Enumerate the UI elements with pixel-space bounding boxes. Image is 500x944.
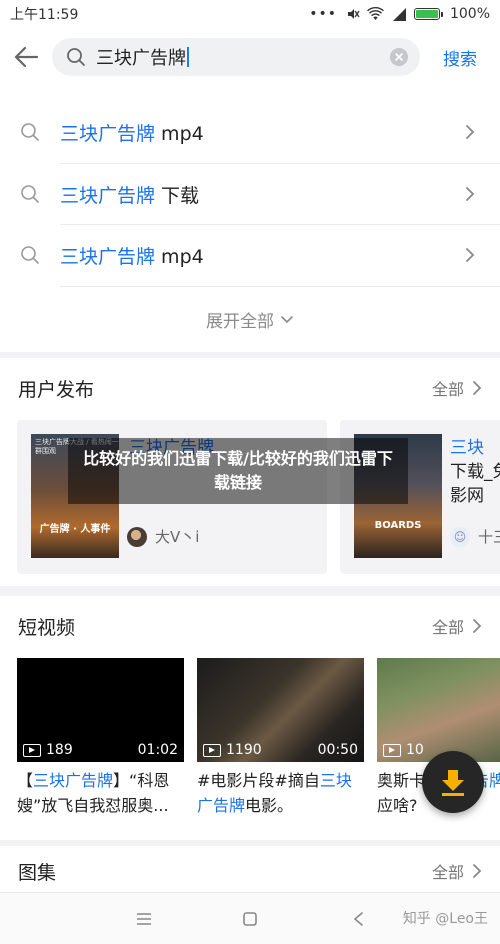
wifi-icon <box>367 7 384 20</box>
mute-icon <box>347 9 360 19</box>
video-card[interactable]: 1190 00:50 #电影片段#摘自三块广告牌电影。 <box>197 658 364 818</box>
search-query-text: 三块广告牌 <box>96 48 186 69</box>
search-header: 三块广告牌 搜索 <box>0 28 500 86</box>
chevron-right-icon <box>473 381 482 395</box>
chevron-right-icon <box>473 864 482 878</box>
back-button[interactable] <box>0 28 52 86</box>
search-query[interactable]: 三块广告牌 <box>96 44 390 70</box>
section-title: 短视频 <box>18 616 76 639</box>
status-bar: 上午11:59 ••• 100% <box>0 0 500 28</box>
close-icon <box>395 53 403 61</box>
video-thumbnail: 189 01:02 <box>17 658 184 762</box>
chevron-down-icon <box>281 315 293 323</box>
suggestion-text: 三块广告牌 mp4 <box>60 122 204 145</box>
search-icon <box>21 123 39 141</box>
suggestion-item[interactable]: 三块广告牌 mp4 <box>0 102 500 162</box>
overlay-text: 比较好的我们迅雷下载/比较好的我们迅雷下载链接 <box>83 449 393 492</box>
play-icon <box>203 743 221 757</box>
play-count: 1190 <box>203 742 262 758</box>
suggestion-item[interactable]: 三块广告牌 下载 <box>0 164 500 224</box>
play-count: 10 <box>383 742 424 758</box>
post-author: 大V丶i <box>127 526 199 547</box>
menu-nav-button[interactable] <box>132 907 156 931</box>
chevron-right-icon <box>466 248 475 262</box>
video-caption: 【三块广告牌】“科恩嫂”放飞自我怼服奥... <box>17 771 170 815</box>
back-triangle-icon <box>353 912 363 926</box>
search-icon <box>21 246 39 264</box>
home-nav-button[interactable] <box>238 907 262 931</box>
chevron-right-icon <box>473 619 482 633</box>
play-icon <box>383 743 401 757</box>
text-caret <box>187 47 189 67</box>
suggestion-list: 三块广告牌 mp4 三块广告牌 下载 三块广告牌 mp4 展开全部 <box>0 86 500 352</box>
status-icons: ••• 100% <box>309 6 490 22</box>
overlay-banner: 比较好的我们迅雷下载/比较好的我们迅雷下载链接 <box>68 438 408 504</box>
home-square-icon <box>243 912 257 926</box>
section-title: 用户发布 <box>18 378 95 401</box>
suggestion-item[interactable]: 三块广告牌 mp4 <box>0 225 500 285</box>
play-count: 189 <box>23 742 73 758</box>
post-title: 三块 下载_免 影网 <box>450 438 500 506</box>
see-all-button[interactable]: 全部 <box>432 614 482 638</box>
back-arrow-icon <box>14 46 39 68</box>
suggestion-text: 三块广告牌 mp4 <box>60 245 204 268</box>
video-thumbnail: 10 <box>377 658 500 762</box>
video-caption: #电影片段#摘自三块广告牌电影。 <box>197 771 352 815</box>
download-icon <box>442 770 464 796</box>
status-time: 上午11:59 <box>10 7 79 23</box>
suggestion-text: 三块广告牌 下载 <box>60 184 200 207</box>
menu-icon <box>137 913 151 925</box>
video-duration: 00:50 <box>317 742 358 758</box>
system-nav-bar: 知乎 @Leo王 <box>0 892 500 944</box>
watermark: 知乎 @Leo王 <box>402 911 488 927</box>
clear-button[interactable] <box>390 48 408 66</box>
play-icon <box>23 743 41 757</box>
search-icon <box>67 48 85 66</box>
search-input[interactable]: 三块广告牌 <box>52 38 420 76</box>
signal-icon <box>392 7 406 21</box>
section-header: 短视频 全部 <box>0 596 500 656</box>
search-submit-button[interactable]: 搜索 <box>420 45 500 70</box>
video-card[interactable]: 189 01:02 【三块广告牌】“科恩嫂”放飞自我怼服奥... <box>17 658 184 818</box>
chevron-right-icon <box>466 125 475 139</box>
video-duration: 01:02 <box>137 742 178 758</box>
expand-all-label: 展开全部 <box>206 311 274 332</box>
see-all-button[interactable]: 全部 <box>432 859 482 883</box>
albums-section: 图集 全部 <box>0 846 500 892</box>
search-icon <box>21 185 39 203</box>
back-nav-button[interactable] <box>346 907 370 931</box>
section-header: 用户发布 全部 <box>0 358 500 418</box>
section-title: 图集 <box>18 861 57 884</box>
post-author: ☺ 十三 <box>450 526 500 547</box>
battery-percent: 100% <box>449 6 490 22</box>
chevron-right-icon <box>466 187 475 201</box>
download-button[interactable] <box>422 751 484 813</box>
battery-icon <box>413 8 443 20</box>
video-thumbnail: 1190 00:50 <box>197 658 364 762</box>
divider <box>60 286 500 287</box>
avatar: ☺ <box>450 526 470 547</box>
expand-all-button[interactable]: 展开全部 <box>0 300 500 338</box>
see-all-button[interactable]: 全部 <box>432 376 482 400</box>
section-header: 图集 全部 <box>0 846 500 892</box>
more-icon: ••• <box>309 6 337 22</box>
avatar <box>127 526 147 547</box>
